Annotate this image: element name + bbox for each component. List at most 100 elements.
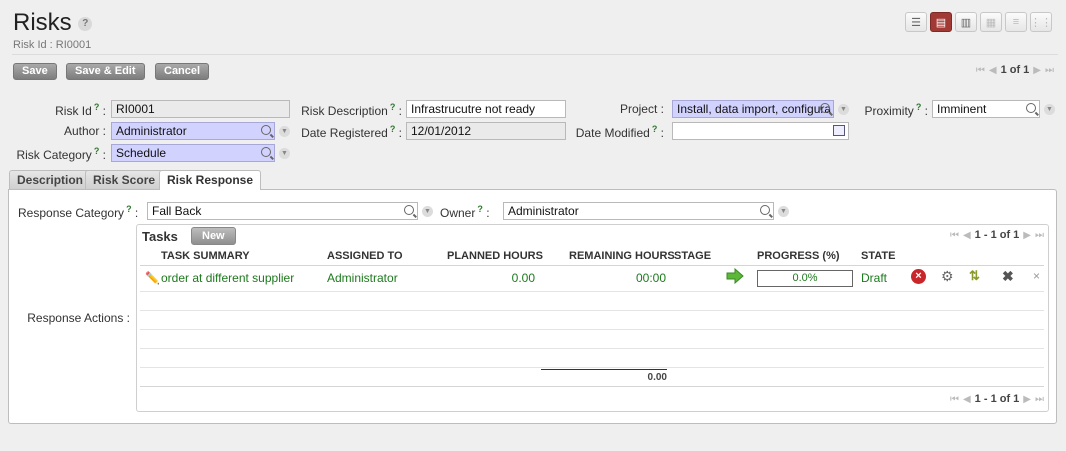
pager-text: 1 - 1 of 1 [974, 393, 1020, 405]
response-category-label: Response Category? : [18, 204, 139, 220]
column-header-remaining-hours[interactable]: REMAINING HOURS [569, 250, 675, 262]
next-page-icon[interactable]: ▶ [1023, 394, 1031, 405]
column-header-planned-hours[interactable]: PLANNED HOURS [447, 250, 543, 262]
chevron-down-icon[interactable]: ▼ [778, 206, 789, 217]
help-icon[interactable]: ? [78, 16, 93, 31]
cancel-button[interactable]: Cancel [155, 63, 210, 80]
search-icon[interactable] [820, 103, 830, 113]
risk-id-label: Risk Id? : [55, 102, 106, 118]
column-header-state[interactable]: STATE [861, 250, 895, 262]
pager-text: 1 of 1 [1000, 64, 1030, 76]
chevron-down-icon[interactable]: ▼ [838, 104, 849, 115]
first-page-icon[interactable]: ⏮ [950, 230, 959, 241]
first-page-icon[interactable]: ⏮ [976, 65, 985, 76]
tasks-footer-pager: ⏮ ◀ 1 - 1 of 1 ▶ ⏭ [950, 393, 1044, 405]
date-modified-label: Date Modified? : [575, 124, 664, 140]
risk-category-label: Risk Category? : [16, 146, 106, 162]
prev-page-icon[interactable]: ◀ [963, 394, 971, 405]
planned-hours-total: 0.00 [647, 372, 667, 383]
last-page-icon[interactable]: ⏭ [1035, 394, 1044, 405]
search-icon[interactable] [760, 205, 770, 215]
calendar-view-icon[interactable]: ▦ [980, 12, 1002, 32]
task-summary-cell[interactable]: order at different supplier [161, 271, 294, 285]
owner-label: Owner? : [440, 204, 490, 220]
edit-pencil-icon[interactable]: ✏️ [145, 271, 160, 285]
column-header-task-summary[interactable]: TASK SUMMARY [161, 250, 250, 262]
list-view-icon[interactable]: ☰ [905, 12, 927, 32]
row-divider [140, 310, 1044, 311]
risk-description-label: Risk Description? : [301, 102, 402, 118]
search-icon[interactable] [404, 205, 414, 215]
response-actions-label: Response Actions : [27, 311, 130, 325]
chevron-down-icon[interactable]: ▼ [279, 126, 290, 137]
prev-page-icon[interactable]: ◀ [963, 230, 971, 241]
risk-category-field[interactable]: Schedule [111, 144, 275, 162]
record-subtitle: Risk Id : RI0001 [13, 39, 92, 51]
next-stage-arrow-icon[interactable] [726, 267, 744, 285]
assigned-to-cell: Administrator [327, 271, 398, 285]
risk-id-field[interactable]: RI0001 [111, 100, 290, 118]
row-divider [140, 367, 1044, 368]
tab-risk-score[interactable]: Risk Score [85, 170, 164, 189]
date-registered-field[interactable]: 12/01/2012 [406, 122, 566, 140]
proximity-label: Proximity? : [864, 102, 928, 118]
grid-view-icon[interactable]: ⋮⋮ [1030, 12, 1052, 32]
save-edit-button[interactable]: Save & Edit [66, 63, 145, 80]
prev-page-icon[interactable]: ◀ [989, 65, 997, 76]
new-task-button[interactable]: New [191, 227, 236, 245]
form-view-icon[interactable]: ▤ [930, 12, 952, 32]
tab-description[interactable]: Description [9, 170, 92, 189]
search-icon[interactable] [261, 147, 271, 157]
pager-text: 1 - 1 of 1 [974, 229, 1020, 241]
chevron-down-icon[interactable]: ▼ [1044, 104, 1055, 115]
view-switcher: ☰ ▤ ▥ ▦ ≡ ⋮⋮ [905, 12, 1052, 32]
project-label: Project : [619, 102, 664, 116]
search-icon[interactable] [261, 125, 271, 135]
gantt-view-icon[interactable]: ≡ [1005, 12, 1027, 32]
progress-bar: 0.0% [757, 270, 853, 287]
total-separator [541, 369, 667, 370]
remove-row-icon[interactable]: × [1033, 269, 1040, 283]
next-page-icon[interactable]: ▶ [1023, 230, 1031, 241]
owner-field[interactable]: Administrator [503, 202, 774, 220]
column-header-progress[interactable]: PROGRESS (%) [757, 250, 840, 262]
row-divider [140, 329, 1044, 330]
chevron-down-icon[interactable]: ▼ [422, 206, 433, 217]
remaining-hours-cell: 00:00 [635, 271, 666, 285]
row-divider [140, 291, 1044, 292]
response-category-field[interactable]: Fall Back [147, 202, 418, 220]
first-page-icon[interactable]: ⏮ [950, 394, 959, 405]
tab-risk-response[interactable]: Risk Response [159, 170, 262, 190]
column-header-assigned-to[interactable]: ASSIGNED TO [327, 250, 403, 262]
next-page-icon[interactable]: ▶ [1033, 65, 1041, 76]
risk-description-field[interactable]: Infrastrucutre not ready [406, 100, 566, 118]
last-page-icon[interactable]: ⏭ [1035, 230, 1044, 241]
save-button[interactable]: Save [13, 63, 57, 80]
sort-order-icon[interactable]: ⇅ [969, 268, 980, 284]
author-field[interactable]: Administrator [111, 122, 275, 140]
tasks-pager: ⏮ ◀ 1 - 1 of 1 ▶ ⏭ [950, 229, 1044, 241]
divider [140, 265, 1044, 266]
tasks-title: Tasks [142, 229, 178, 244]
gears-icon[interactable]: ⚙ [941, 268, 954, 285]
proximity-field[interactable]: Imminent [932, 100, 1040, 118]
state-cell: Draft [861, 271, 888, 285]
chevron-down-icon[interactable]: ▼ [279, 148, 290, 159]
divider [140, 386, 1044, 387]
record-pager: ⏮ ◀ 1 of 1 ▶ ⏭ [976, 64, 1054, 76]
cancel-task-icon[interactable]: × [911, 269, 926, 284]
project-field[interactable]: Install, data import, configura [672, 100, 834, 118]
planned-hours-cell: 0.00 [511, 271, 535, 285]
author-label: Author : [63, 124, 106, 138]
calendar-icon[interactable] [833, 125, 845, 136]
last-page-icon[interactable]: ⏭ [1045, 65, 1054, 76]
page-title: Risks ? [13, 9, 93, 37]
search-icon[interactable] [1026, 103, 1036, 113]
date-modified-field[interactable] [672, 122, 849, 140]
column-header-stage[interactable]: STAGE [674, 250, 711, 262]
graph-view-icon[interactable]: ▥ [955, 12, 977, 32]
row-divider [140, 348, 1044, 349]
date-registered-label: Date Registered? : [301, 124, 402, 140]
divider [12, 54, 1058, 55]
delete-icon[interactable]: ✖ [1002, 268, 1014, 285]
